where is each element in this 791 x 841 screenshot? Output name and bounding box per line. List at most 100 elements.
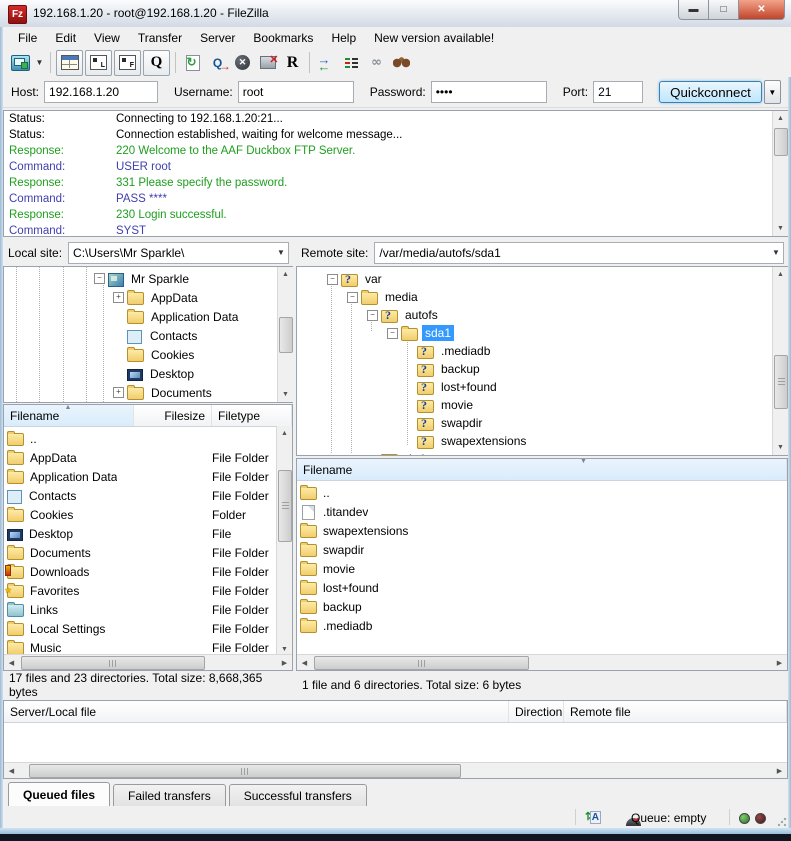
menu-item-help[interactable]: Help	[322, 29, 365, 47]
remote-site-combo[interactable]: /var/media/autofs/sda1 ▼	[374, 242, 784, 264]
column-header-filetype[interactable]: Filetype	[212, 405, 292, 426]
tree-item-mr-sparkle[interactable]: −Mr Sparkle	[94, 269, 192, 288]
maximize-button[interactable]: □	[708, 0, 739, 20]
close-button[interactable]: ✕	[738, 0, 785, 20]
password-input[interactable]	[431, 81, 547, 103]
file-row-cookies[interactable]: CookiesFolder	[4, 505, 276, 524]
toggle-local-tree-button[interactable]	[85, 50, 112, 76]
quickconnect-dropdown-button[interactable]: ▼	[764, 80, 781, 104]
file-row-swapextensions[interactable]: swapextensions	[297, 521, 771, 540]
local-tree-scrollbar[interactable]: ▲ ▼	[277, 267, 293, 402]
tree-item-autofs[interactable]: −autofs	[367, 306, 441, 324]
tree-item-var[interactable]: −var	[327, 270, 385, 288]
chevron-down-icon[interactable]: ▼	[274, 248, 288, 257]
transfer-type-icon[interactable]	[585, 810, 601, 823]
menu-item-server[interactable]: Server	[191, 29, 244, 47]
file-row-documents[interactable]: DocumentsFile Folder	[4, 543, 276, 562]
column-header-direction[interactable]: Direction	[509, 701, 564, 722]
tree-item-downloads[interactable]: +Downloads	[113, 402, 213, 403]
tree-item-appdata[interactable]: +AppData	[113, 288, 201, 307]
column-header-filename[interactable]: Filename ▲	[4, 405, 134, 426]
site-manager-button[interactable]	[8, 51, 33, 75]
tree-item-media[interactable]: −media	[347, 288, 421, 306]
chevron-down-icon[interactable]: ▼	[769, 248, 783, 257]
disconnect-button[interactable]	[255, 51, 280, 75]
tree-item-cookies[interactable]: Cookies	[113, 345, 197, 364]
resize-grip[interactable]	[777, 817, 787, 827]
file-row-favorites[interactable]: FavoritesFile Folder	[4, 581, 276, 600]
toggle-queue-button[interactable]: Q	[143, 50, 170, 76]
port-input[interactable]	[593, 81, 643, 103]
file-row-movie[interactable]: movie	[297, 559, 771, 578]
host-input[interactable]	[44, 81, 158, 103]
file-row-local-settings[interactable]: Local SettingsFile Folder	[4, 619, 276, 638]
column-header-server-local-file[interactable]: Server/Local file	[4, 701, 509, 722]
local-site-combo[interactable]: C:\Users\Mr Sparkle\ ▼	[68, 242, 289, 264]
file-row-application-data[interactable]: Application DataFile Folder	[4, 467, 276, 486]
file-row-backup[interactable]: backup	[297, 597, 771, 616]
menu-item-transfer[interactable]: Transfer	[129, 29, 191, 47]
file-row-links[interactable]: LinksFile Folder	[4, 600, 276, 619]
file-row-desktop[interactable]: DesktopFile	[4, 524, 276, 543]
queue-hscrollbar[interactable]: ◀ ▶	[4, 762, 787, 778]
message-log-scrollbar[interactable]: ▲ ▼	[772, 111, 788, 236]
tab-successful-transfers[interactable]: Successful transfers	[229, 784, 367, 806]
quickconnect-button[interactable]: Quickconnect	[659, 81, 762, 103]
file-row-[interactable]: ..	[297, 483, 771, 502]
tab-queued-files[interactable]: Queued files	[8, 782, 110, 806]
minimize-button[interactable]: ▬	[678, 0, 709, 20]
collapse-icon[interactable]: −	[327, 274, 338, 285]
local-list-hscrollbar[interactable]: ◀ ▶	[4, 654, 292, 670]
directory-comparison-button[interactable]	[314, 51, 339, 75]
menu-item-bookmarks[interactable]: Bookmarks	[244, 29, 322, 47]
expand-icon[interactable]: +	[113, 387, 124, 398]
file-row-mediadb[interactable]: .mediadb	[297, 616, 771, 635]
file-row-contacts[interactable]: ContactsFile Folder	[4, 486, 276, 505]
file-row-appdata[interactable]: AppDataFile Folder	[4, 448, 276, 467]
find-files-button[interactable]	[389, 51, 414, 75]
local-list-scrollbar[interactable]: ▲ ▼	[276, 426, 292, 657]
site-manager-dropdown-button[interactable]: ▼	[33, 51, 46, 75]
username-input[interactable]	[238, 81, 354, 103]
file-row-[interactable]: ..	[4, 429, 276, 448]
tree-item-swapdir[interactable]: swapdir	[403, 414, 485, 432]
tree-item-contacts[interactable]: Contacts	[113, 326, 200, 345]
tree-item-documents[interactable]: +Documents	[113, 383, 215, 402]
column-header-filesize[interactable]: Filesize	[134, 405, 212, 426]
process-queue-button[interactable]: Q	[205, 51, 230, 75]
reconnect-button[interactable]: R	[280, 51, 305, 75]
collapse-icon[interactable]: −	[367, 310, 378, 321]
file-row-lost-found[interactable]: lost+found	[297, 578, 771, 597]
file-row-music[interactable]: MusicFile Folder	[4, 638, 276, 655]
tree-item-swapextensions[interactable]: swapextensions	[403, 432, 529, 450]
file-row-titandev[interactable]: .titandev	[297, 502, 771, 521]
synchronized-browsing-button[interactable]: ∞	[364, 51, 389, 75]
tree-item-backup[interactable]: backup	[403, 360, 483, 378]
file-row-downloads[interactable]: DownloadsFile Folder	[4, 562, 276, 581]
tab-failed-transfers[interactable]: Failed transfers	[113, 784, 226, 806]
menu-item-file[interactable]: File	[9, 29, 46, 47]
tree-item-application-data[interactable]: Application Data	[113, 307, 241, 326]
column-header-remote-file[interactable]: Remote file	[564, 701, 787, 722]
menu-item-new-version-available[interactable]: New version available!	[365, 29, 503, 47]
file-row-swapdir[interactable]: swapdir	[297, 540, 771, 559]
column-header-filename[interactable]: Filename ▼	[297, 459, 787, 480]
titlebar[interactable]: Fz 192.168.1.20 - root@192.168.1.20 - Fi…	[0, 0, 791, 28]
cancel-button[interactable]: ✕	[230, 51, 255, 75]
toggle-message-log-button[interactable]	[56, 50, 83, 76]
remote-list-hscrollbar[interactable]: ◀ ▶	[297, 654, 787, 670]
menu-item-edit[interactable]: Edit	[46, 29, 85, 47]
expand-icon[interactable]: +	[113, 292, 124, 303]
tree-item-movie[interactable]: movie	[403, 396, 476, 414]
directory-listing-filters-button[interactable]	[339, 51, 364, 75]
collapse-icon[interactable]: −	[94, 273, 105, 284]
toggle-remote-tree-button[interactable]	[114, 50, 141, 76]
menu-item-view[interactable]: View	[85, 29, 129, 47]
tree-item-desktop[interactable]: Desktop	[113, 364, 197, 383]
tree-item-dvd[interactable]: dvd	[367, 450, 427, 456]
tree-item-lost-found[interactable]: lost+found	[403, 378, 500, 396]
collapse-icon[interactable]: −	[387, 328, 398, 339]
tree-item-mediadb[interactable]: .mediadb	[403, 342, 493, 360]
remote-tree-scrollbar[interactable]: ▲ ▼	[772, 267, 788, 455]
refresh-button[interactable]	[180, 51, 205, 75]
